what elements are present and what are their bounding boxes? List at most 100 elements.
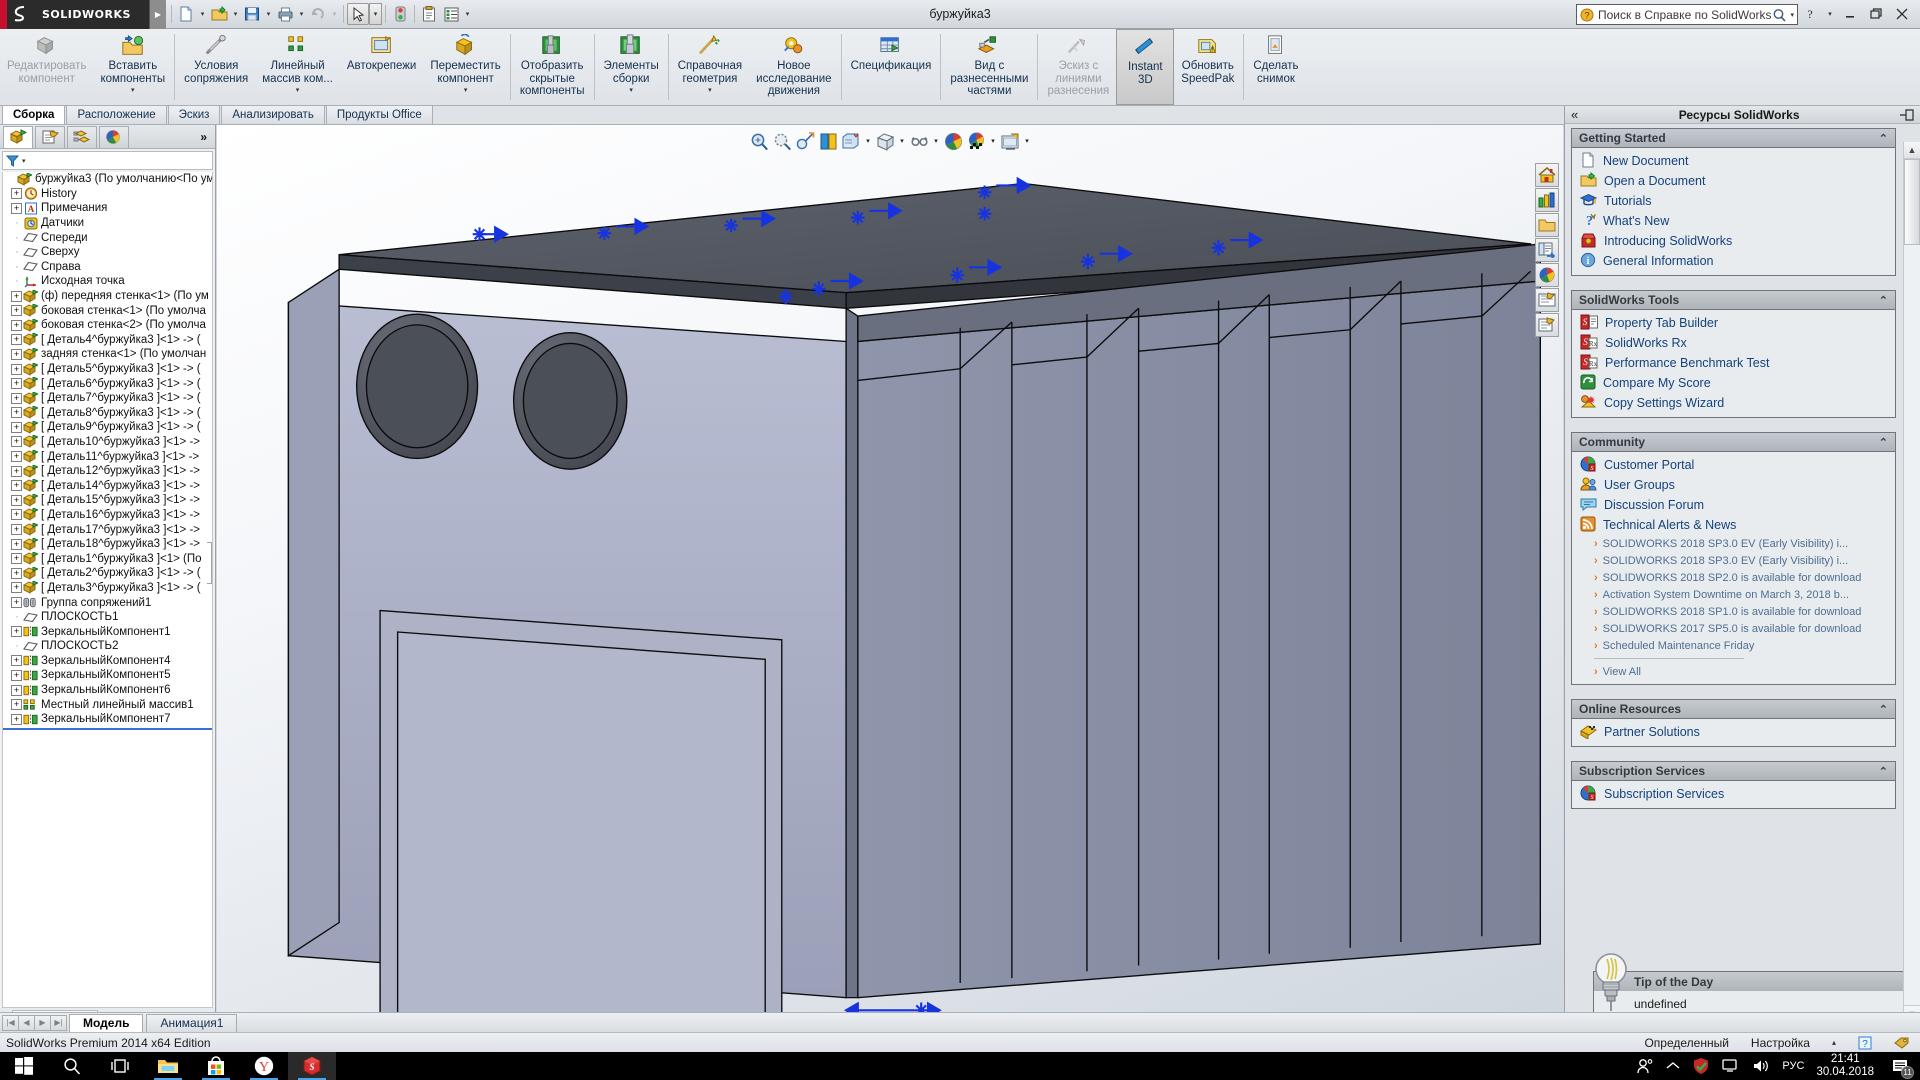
- sheet-nav-prev[interactable]: ◀: [18, 1014, 35, 1031]
- tree-expander[interactable]: +: [11, 713, 22, 725]
- tree-expander[interactable]: +: [11, 699, 22, 711]
- feature-tree-filter[interactable]: ▾: [2, 151, 213, 170]
- open-document-button[interactable]: [208, 3, 230, 25]
- solidworks-button[interactable]: S: [288, 1052, 336, 1080]
- news-item[interactable]: › Activation System Downtime on March 3,…: [1572, 586, 1895, 603]
- tree-node[interactable]: + [ Деталь11^буржуйка3 ]<1> ->: [3, 449, 212, 464]
- tree-expander[interactable]: +: [11, 188, 22, 200]
- strip-sw-resources-icon[interactable]: [1535, 188, 1559, 212]
- news-item[interactable]: › SOLIDWORKS 2018 SP3.0 EV (Early Visibi…: [1572, 535, 1895, 552]
- tree-node[interactable]: + [ Деталь7^буржуйка3 ]<1> -> (: [3, 391, 212, 406]
- tree-expander[interactable]: +: [11, 436, 22, 448]
- search-button[interactable]: [48, 1052, 96, 1080]
- ribbon-insert-components[interactable]: Вставить компоненты ▾: [93, 29, 172, 105]
- help-badge-icon[interactable]: ?: [1858, 1036, 1872, 1050]
- restore-button[interactable]: [1864, 2, 1888, 26]
- tree-node[interactable]: + [ Деталь2^буржуйка3 ]<1> -> (: [3, 566, 212, 581]
- configuration-manager-tab[interactable]: [67, 125, 97, 148]
- strip-appearances-icon[interactable]: [1535, 288, 1559, 312]
- volume-icon[interactable]: [1752, 1058, 1770, 1074]
- tree-node[interactable]: · Датчики: [3, 216, 212, 231]
- feature-tree[interactable]: буржуйка3 (По умолчанию<По ум + History …: [2, 172, 213, 1008]
- tree-node[interactable]: + [ Деталь18^буржуйка3 ]<1> ->: [3, 537, 212, 552]
- tree-node[interactable]: + [ Деталь8^буржуйка3 ]<1> -> (: [3, 406, 212, 421]
- news-item[interactable]: › SOLIDWORKS 2018 SP2.0 is available for…: [1572, 569, 1895, 586]
- select-caret[interactable]: ▾: [369, 3, 382, 25]
- solidworks-logo[interactable]: SOLIDWORKS: [0, 0, 150, 29]
- tree-node[interactable]: + [ Деталь14^буржуйка3 ]<1> ->: [3, 478, 212, 493]
- tab-layout[interactable]: Расположение: [66, 105, 167, 124]
- task-pane-item[interactable]: S Rx SolidWorks Rx: [1572, 333, 1895, 353]
- ribbon-dropdown-linear-component-pattern[interactable]: ▾: [296, 86, 300, 94]
- tree-expander[interactable]: +: [11, 348, 22, 360]
- tree-node[interactable]: + [ Деталь10^буржуйка3 ]<1> ->: [3, 435, 212, 450]
- open-document-caret[interactable]: ▾: [230, 3, 241, 25]
- people-icon[interactable]: [1636, 1058, 1654, 1074]
- tree-node[interactable]: · Сверху: [3, 245, 212, 260]
- task-pane-item[interactable]: Technical Alerts & News: [1572, 515, 1895, 535]
- tree-node[interactable]: · Исходная точка: [3, 274, 212, 289]
- tree-expander[interactable]: +: [11, 524, 22, 536]
- news-item[interactable]: › SOLIDWORKS 2018 SP1.0 is available for…: [1572, 603, 1895, 620]
- section-getting-started-header[interactable]: Getting Started ⌃: [1572, 129, 1895, 148]
- tree-node[interactable]: · ПЛОСКОСТЬ2: [3, 639, 212, 654]
- ribbon-dropdown-assembly-features[interactable]: ▾: [629, 86, 633, 94]
- help-search-box[interactable]: ? Поиск в Справке по SolidWorks ▾: [1576, 4, 1798, 25]
- tree-expander[interactable]: +: [11, 480, 22, 492]
- tree-node[interactable]: + ЗеркальныйКомпонент1: [3, 624, 212, 639]
- section-online-resources-collapse-chevron[interactable]: ⌃: [1879, 703, 1888, 716]
- tree-node[interactable]: + Местный линейный массив1: [3, 697, 212, 712]
- filter-caret-icon[interactable]: ▾: [22, 157, 26, 165]
- ribbon-bill-of-materials[interactable]: Спецификация: [844, 29, 939, 105]
- chevron-up-icon[interactable]: [1666, 1060, 1680, 1072]
- tree-expander[interactable]: +: [11, 465, 22, 477]
- pin-icon[interactable]: [1900, 108, 1914, 121]
- tree-expander[interactable]: +: [11, 378, 22, 390]
- tree-node[interactable]: + [ Деталь15^буржуйка3 ]<1> ->: [3, 493, 212, 508]
- news-view-all[interactable]: › View All: [1572, 663, 1895, 680]
- tree-node[interactable]: + ЗеркальныйКомпонент5: [3, 668, 212, 683]
- tree-node[interactable]: буржуйка3 (По умолчанию<По ум: [3, 172, 212, 187]
- tree-expander[interactable]: +: [11, 567, 22, 579]
- tree-node[interactable]: + [ Деталь3^буржуйка3 ]<1> -> (: [3, 581, 212, 596]
- print-caret[interactable]: ▾: [296, 3, 307, 25]
- tag-icon[interactable]: [1894, 1036, 1910, 1050]
- tray-language[interactable]: РУС: [1782, 1060, 1804, 1072]
- yandex-browser-button[interactable]: Y: [240, 1052, 288, 1080]
- help-button[interactable]: ?: [1798, 2, 1822, 26]
- new-document-button[interactable]: [175, 3, 197, 25]
- task-pane-scrollbar[interactable]: ▲ ▼: [1903, 142, 1920, 1022]
- tree-expander[interactable]: +: [11, 319, 22, 331]
- section-online-resources-header[interactable]: Online Resources ⌃: [1572, 700, 1895, 719]
- ribbon-dropdown-insert-components[interactable]: ▾: [131, 86, 135, 94]
- ribbon-new-motion-study[interactable]: Новое исследование движения: [749, 29, 838, 105]
- property-manager-tab[interactable]: [35, 125, 65, 148]
- task-pane-item[interactable]: S Property Tab Builder: [1572, 313, 1895, 333]
- task-pane-item[interactable]: Discussion Forum: [1572, 495, 1895, 515]
- task-pane-item[interactable]: Compare My Score: [1572, 373, 1895, 393]
- ribbon-move-component[interactable]: Переместить компонент ▾: [423, 29, 507, 105]
- new-document-caret[interactable]: ▾: [197, 3, 208, 25]
- tree-node[interactable]: + [ Деталь6^буржуйка3 ]<1> -> (: [3, 376, 212, 391]
- task-pane-item[interactable]: Open a Document: [1572, 171, 1895, 191]
- tree-node[interactable]: + A Примечания: [3, 201, 212, 216]
- section-subscription-services-header[interactable]: Subscription Services ⌃: [1572, 762, 1895, 781]
- tree-side-handle[interactable]: [207, 542, 212, 584]
- tree-expander[interactable]: +: [11, 509, 22, 521]
- tree-node[interactable]: · ПЛОСКОСТЬ1: [3, 610, 212, 625]
- task-pane-item[interactable]: S Rx Performance Benchmark Test: [1572, 353, 1895, 373]
- sheet-nav-first[interactable]: |◀: [2, 1014, 19, 1031]
- microsoft-store-button[interactable]: [192, 1052, 240, 1080]
- tree-node[interactable]: + [ Деталь12^буржуйка3 ]<1> ->: [3, 464, 212, 479]
- strip-design-library-icon[interactable]: [1535, 213, 1559, 237]
- task-pane-item[interactable]: ? What's New: [1572, 211, 1895, 231]
- help-caret[interactable]: ▾: [1824, 2, 1836, 26]
- tree-expander[interactable]: +: [11, 684, 22, 696]
- task-pane-item[interactable]: Copy Settings Wizard: [1572, 393, 1895, 413]
- tree-node[interactable]: · Спереди: [3, 230, 212, 245]
- status-overflow-caret[interactable]: ▴: [1832, 1038, 1836, 1047]
- select-tool-button[interactable]: [347, 3, 369, 25]
- minimize-button[interactable]: [1838, 2, 1862, 26]
- ribbon-dropdown-reference-geometry[interactable]: ▾: [708, 86, 712, 94]
- tree-expander[interactable]: +: [11, 597, 22, 609]
